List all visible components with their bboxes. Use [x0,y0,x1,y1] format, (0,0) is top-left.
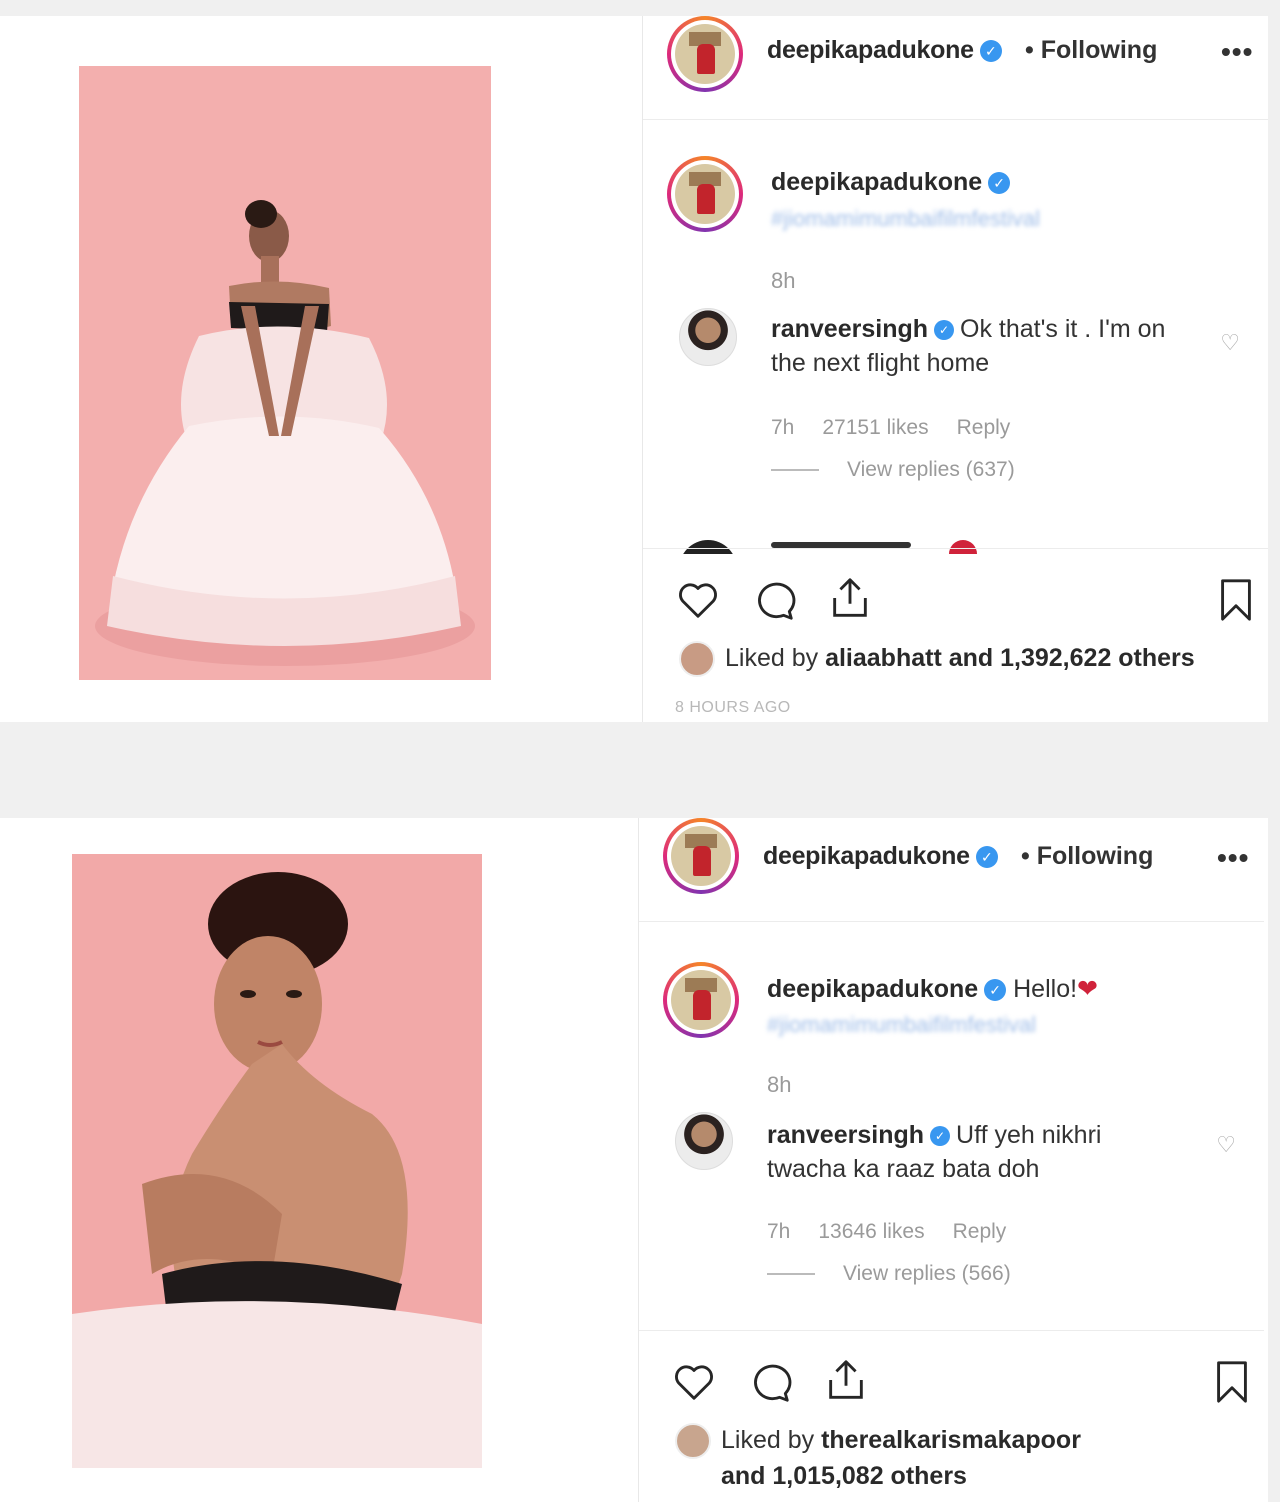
liked-by-label: Liked by [725,644,819,672]
action-bar: Liked by therealkarismakapoor and 1,015,… [639,1330,1264,1502]
comment-like-heart-icon[interactable]: ♡ [1220,330,1240,356]
portrait-figure-illustration [72,854,482,1468]
profile-avatar[interactable] [667,16,743,92]
comment-username[interactable]: ranveersingh [771,315,928,343]
caption-username[interactable]: deepikapadukone ✓ Hello!❤ [767,974,1098,1004]
heart-icon[interactable] [671,1359,717,1405]
comment-time: 7h [767,1220,791,1243]
avatar-image [675,164,735,224]
caption-time: 8h [767,1072,792,1097]
reply-button[interactable]: Reply [957,416,1011,439]
caption-avatar[interactable] [663,962,739,1038]
view-replies-label: View replies (637) [847,458,1015,481]
comment-icon[interactable] [751,577,797,623]
comment-likes-count[interactable]: 13646 likes [818,1220,924,1243]
post-header: deepikapadukone ✓ • Following ••• [643,16,1268,120]
comment-body: ranveersingh ✓ Uff yeh nikhri twacha ka ra… [767,1118,1167,1186]
view-replies-link[interactable]: View replies (566) [767,1262,1011,1286]
gown-figure-illustration [79,66,491,680]
post-header: deepikapadukone ✓ • Following ••• [639,818,1264,922]
caption-avatar[interactable] [667,156,743,232]
verified-badge-icon: ✓ [979,40,1002,63]
view-replies-label: View replies (566) [843,1262,1011,1285]
comment-icon[interactable] [747,1359,793,1405]
share-icon[interactable] [823,1357,869,1403]
post-card: deepikapadukone ✓ • Following ••• deepika… [0,16,1268,722]
username-link[interactable]: deepikapadukone [763,842,970,870]
verified-badge-icon: ✓ [934,320,955,341]
caption-hashtag[interactable]: #jiomamimumbaifilmfestival [767,1012,1036,1038]
view-replies-link[interactable]: View replies (637) [771,458,1015,482]
comment-time: 7h [771,416,795,439]
header-username[interactable]: deepikapadukone ✓ [763,842,998,871]
comment-body: ranveersingh ✓ Ok that's it . I'm on the n… [771,312,1171,380]
liker-avatar[interactable] [675,1423,711,1460]
username-link[interactable]: deepikapadukone [767,36,974,64]
red-heart-emoji-icon: ❤ [1077,975,1098,1003]
following-button[interactable]: • Following [1025,36,1157,65]
comment-avatar[interactable] [675,1112,733,1170]
heart-icon[interactable] [675,577,721,623]
post-timestamp[interactable]: 8 HOURS AGO [675,699,791,717]
verified-badge-icon: ✓ [988,172,1011,195]
divider [771,469,819,472]
likes-summary: Liked by therealkarismakapoor and 1,015,… [675,1423,1195,1493]
post-card: deepikapadukone ✓ • Following ••• deepika… [0,818,1268,1502]
following-button[interactable]: • Following [1021,842,1153,871]
comment-meta: 7h 13646 likes Reply [767,1220,1034,1244]
profile-avatar[interactable] [663,818,739,894]
more-options-icon[interactable]: ••• [1217,842,1249,874]
avatar-image [671,970,731,1030]
bookmark-icon[interactable] [1213,577,1259,623]
username-link[interactable]: deepikapadukone [767,975,978,1003]
likes-count[interactable]: and 1,392,622 others [949,644,1195,672]
divider [767,1273,815,1276]
comment-avatar[interactable] [679,308,737,366]
username-link[interactable]: deepikapadukone [771,168,982,196]
post-sidebar: deepikapadukone ✓ • Following ••• deepika… [642,16,1268,722]
likes-summary: Liked by aliaabhatt and 1,392,622 others [679,641,1195,678]
bookmark-icon[interactable] [1209,1359,1255,1405]
share-icon[interactable] [827,575,873,621]
post-photo[interactable] [72,854,482,1468]
reply-button[interactable]: Reply [953,1220,1007,1243]
header-username[interactable]: deepikapadukone ✓ [767,36,1002,65]
post-sidebar: deepikapadukone ✓ • Following ••• deepika… [638,818,1264,1502]
verified-badge-icon: ✓ [975,846,998,869]
comment-meta: 7h 27151 likes Reply [771,416,1038,440]
action-bar: Liked by aliaabhatt and 1,392,622 others… [643,548,1268,722]
liker-username[interactable]: therealkarismakapoor [821,1426,1081,1454]
caption-hashtag[interactable]: #jiomamimumbaifilmfestival [771,206,1040,232]
caption-time: 8h [771,268,796,293]
liker-username[interactable]: aliaabhatt [825,644,942,672]
comment-username[interactable]: ranveersingh [767,1121,924,1149]
liker-avatar[interactable] [679,641,715,678]
more-options-icon[interactable]: ••• [1221,36,1253,68]
caption-username[interactable]: deepikapadukone ✓ [771,168,1011,197]
comment-like-heart-icon[interactable]: ♡ [1216,1132,1236,1158]
comment-likes-count[interactable]: 27151 likes [822,416,928,439]
verified-badge-icon: ✓ [984,979,1007,1002]
caption-text: Hello! [1013,975,1078,1003]
liked-by-label: Liked by [721,1426,815,1454]
post-photo[interactable] [79,66,491,680]
likes-count[interactable]: and 1,015,082 others [721,1462,967,1490]
avatar-image [675,24,735,84]
avatar-image [671,826,731,886]
verified-badge-icon: ✓ [930,1126,951,1147]
